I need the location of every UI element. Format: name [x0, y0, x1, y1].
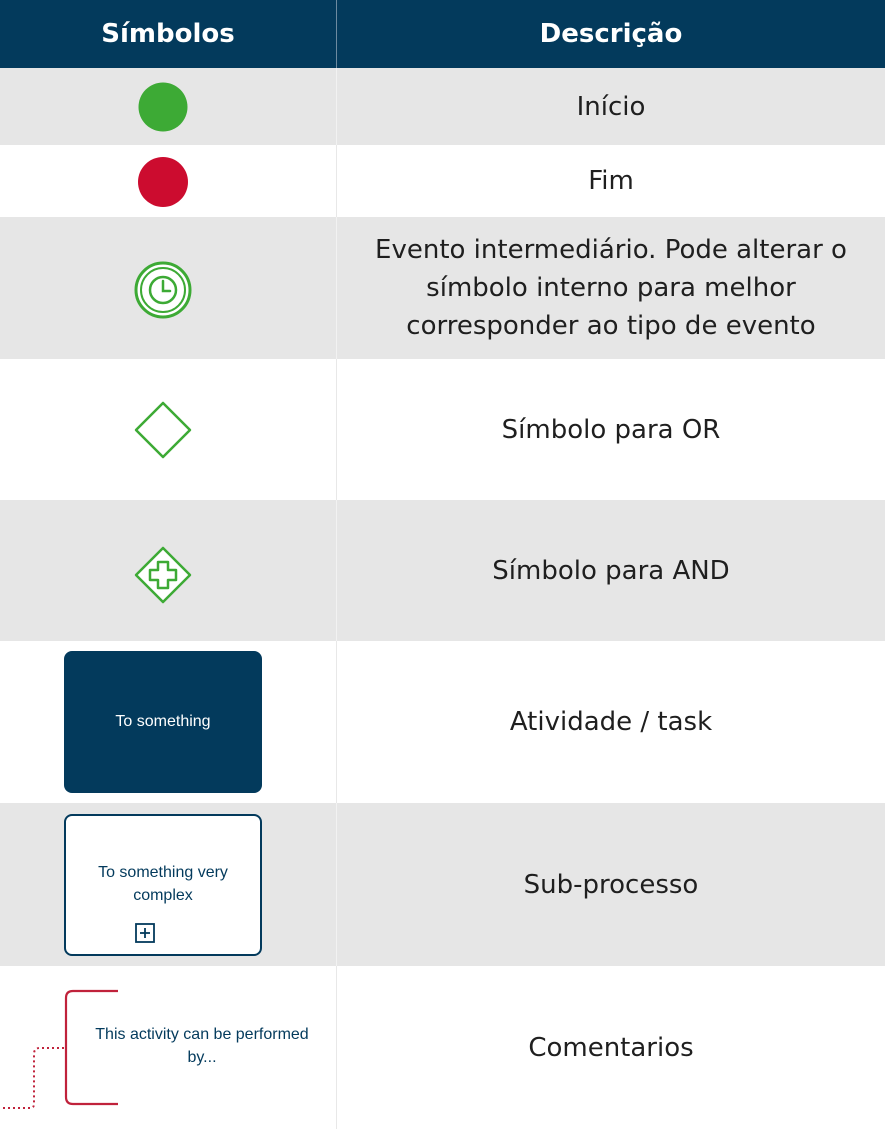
clock-intermediate-event-icon: [134, 261, 192, 319]
table-row-subprocess: To something very complex Sub-processo: [0, 803, 885, 966]
table-header: Símbolos Descrição: [0, 0, 885, 68]
header-description: Descrição: [539, 19, 683, 49]
row-description: Símbolo para OR: [501, 414, 721, 445]
table-row-start: Início: [0, 68, 885, 145]
task-text: To something: [115, 713, 211, 730]
table-row-and: Símbolo para AND: [0, 500, 885, 641]
start-event-icon: [138, 82, 188, 132]
row-description: Atividade / task: [509, 707, 713, 737]
end-event-icon: [138, 157, 188, 207]
header-symbols: Símbolos: [101, 19, 235, 49]
annotation-text: This activity can be performed by...: [95, 1026, 309, 1066]
expand-plus-icon: [135, 923, 155, 943]
row-description: Fim: [588, 166, 634, 196]
and-gateway-icon: [134, 546, 192, 604]
bpmn-symbols-table: Símbolos Descrição Início Fim Evento int…: [0, 0, 885, 1129]
row-description: Símbolo para AND: [492, 555, 730, 586]
subprocess-text: To something very complex: [98, 864, 228, 904]
or-gateway-icon: [134, 401, 192, 459]
row-description: Evento intermediário. Pode alterar o sím…: [375, 235, 847, 341]
table-row-end: Fim: [0, 145, 885, 217]
table-row-comment: This activity can be performed by... Com…: [0, 966, 885, 1129]
row-description: Comentarios: [528, 1032, 694, 1063]
subprocess-shape: To something very complex: [64, 814, 262, 956]
row-description: Sub-processo: [523, 869, 699, 900]
row-description: Início: [576, 91, 646, 122]
table-row-intermediate: Evento intermediário. Pode alterar o sím…: [0, 217, 885, 359]
table-row-task: To something Atividade / task: [0, 641, 885, 803]
task-shape: To something: [64, 651, 262, 793]
table-row-or: Símbolo para OR: [0, 359, 885, 500]
